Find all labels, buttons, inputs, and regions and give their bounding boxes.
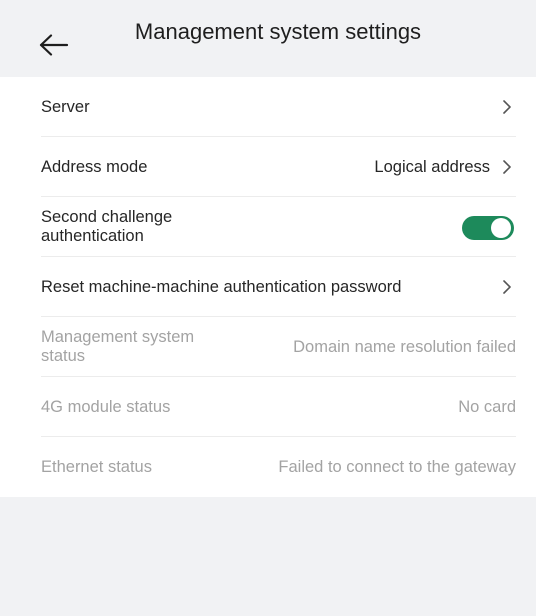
chevron-right-icon	[500, 257, 514, 317]
server-label: Server	[41, 97, 90, 116]
address-mode-value: Logical address	[374, 157, 490, 176]
toggle-knob	[491, 218, 511, 238]
app-bar: Management system settings	[0, 0, 536, 77]
page-title: Management system settings	[134, 19, 422, 44]
server-row[interactable]: Server	[0, 77, 536, 137]
second-challenge-auth-toggle[interactable]	[462, 216, 514, 240]
reset-password-label: Reset machine-machine authentication pas…	[41, 277, 402, 296]
management-system-status-label: Management system status	[41, 328, 195, 365]
settings-list: Server Address mode Logical address Seco…	[0, 77, 536, 497]
chevron-right-icon	[500, 77, 514, 137]
4g-module-status-value: No card	[458, 397, 516, 416]
reset-password-row[interactable]: Reset machine-machine authentication pas…	[0, 257, 536, 317]
ethernet-status-value: Failed to connect to the gateway	[278, 457, 516, 476]
ethernet-status-row: Ethernet status Failed to connect to the…	[0, 437, 536, 497]
4g-module-status-label: 4G module status	[41, 397, 171, 416]
second-challenge-auth-row: Second challenge authentication	[0, 197, 536, 257]
4g-module-status-row: 4G module status No card	[0, 377, 536, 437]
ethernet-status-label: Ethernet status	[41, 457, 152, 476]
address-mode-label: Address mode	[41, 157, 148, 176]
management-system-status-row: Management system status Domain name res…	[0, 317, 536, 377]
chevron-right-icon	[500, 137, 514, 197]
second-challenge-auth-label: Second challenge authentication	[41, 208, 173, 245]
arrow-left-icon	[39, 34, 69, 56]
management-system-status-value: Domain name resolution failed	[293, 337, 516, 356]
address-mode-row[interactable]: Address mode Logical address	[0, 137, 536, 197]
back-button[interactable]	[30, 25, 78, 65]
